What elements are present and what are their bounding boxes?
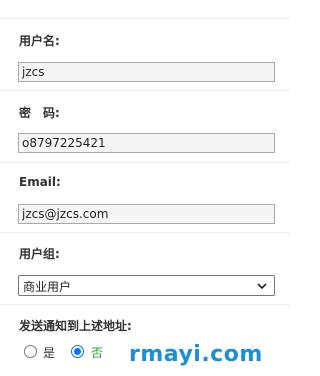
notify-no-radio[interactable]	[71, 345, 84, 358]
watermark: rmayi.com	[129, 342, 263, 367]
password-label: 密 码:	[19, 106, 60, 120]
username-row: 用户名:	[0, 18, 290, 90]
notify-yes-radio[interactable]	[24, 345, 37, 358]
email-row: Email:	[0, 162, 290, 232]
user-group-selected-value: 商业用户	[23, 280, 72, 294]
email-label: Email:	[19, 175, 61, 189]
username-label: 用户名:	[19, 34, 60, 48]
notify-label: 发送通知到上述地址:	[19, 319, 132, 333]
notify-no-label: 否	[91, 346, 104, 360]
user-group-row: 用户组: 商业用户	[0, 232, 290, 304]
notify-yes-label: 是	[43, 346, 56, 360]
chevron-down-icon	[256, 280, 268, 292]
radio-dot	[74, 348, 81, 355]
username-input[interactable]	[18, 62, 275, 82]
user-group-select[interactable]: 商业用户	[18, 275, 275, 296]
user-group-label: 用户组:	[19, 247, 60, 261]
email-input[interactable]	[18, 204, 275, 224]
password-row: 密 码:	[0, 90, 290, 162]
password-input[interactable]	[18, 133, 275, 153]
user-form: 用户名: 密 码: Email: 用户组: 商业用户 发送通知到上述地址: 是 …	[0, 0, 290, 376]
